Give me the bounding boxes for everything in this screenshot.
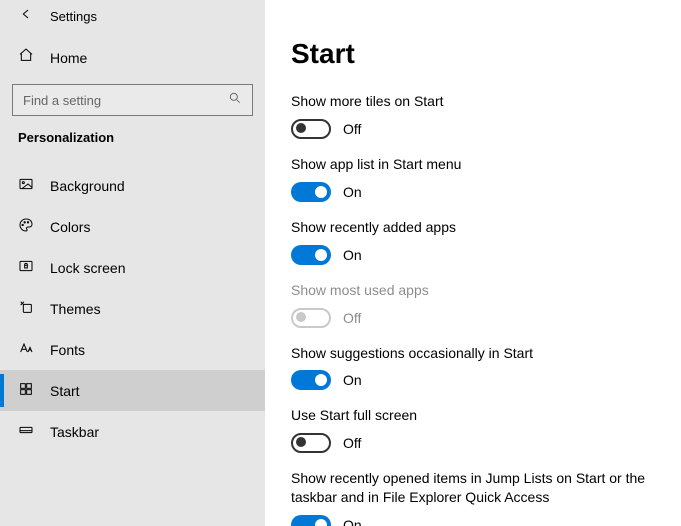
toggle-state: Off bbox=[343, 310, 361, 326]
nav-taskbar[interactable]: Taskbar bbox=[0, 411, 265, 452]
search-input[interactable] bbox=[23, 93, 203, 108]
setting-jump-lists: Show recently opened items in Jump Lists… bbox=[291, 469, 661, 526]
setting-suggestions: Show suggestions occasionally in Start On bbox=[291, 344, 661, 391]
toggle-row: Off bbox=[291, 433, 661, 453]
sidebar-header: Settings bbox=[0, 6, 265, 37]
nav-label: Fonts bbox=[50, 342, 85, 358]
toggle-knob bbox=[315, 249, 327, 261]
setting-more-tiles: Show more tiles on Start Off bbox=[291, 92, 661, 139]
setting-label: Show recently added apps bbox=[291, 218, 661, 237]
nav-start[interactable]: Start bbox=[0, 370, 265, 411]
setting-recent-apps: Show recently added apps On bbox=[291, 218, 661, 265]
setting-label: Use Start full screen bbox=[291, 406, 661, 425]
setting-label: Show recently opened items in Jump Lists… bbox=[291, 469, 661, 507]
toggle-jump-lists[interactable] bbox=[291, 515, 331, 526]
nav-label: Background bbox=[50, 178, 125, 194]
nav-fonts[interactable]: Fonts bbox=[0, 329, 265, 370]
nav-colors[interactable]: Colors bbox=[0, 206, 265, 247]
toggle-state: On bbox=[343, 372, 362, 388]
home-icon bbox=[18, 47, 34, 68]
nav-list: Background Colors Lock screen Themes Fon bbox=[0, 165, 265, 452]
toggle-row: On bbox=[291, 515, 661, 526]
search-container bbox=[0, 84, 265, 116]
toggle-knob bbox=[315, 519, 327, 526]
lockscreen-icon bbox=[18, 258, 34, 277]
toggle-knob bbox=[296, 437, 306, 447]
toggle-row: Off bbox=[291, 308, 661, 328]
sidebar: Settings Home Personalization Background bbox=[0, 0, 265, 526]
settings-list: Show more tiles on Start Off Show app list… bbox=[291, 92, 661, 526]
toggle-row: On bbox=[291, 245, 661, 265]
picture-icon bbox=[18, 176, 34, 195]
back-icon[interactable] bbox=[18, 6, 34, 27]
palette-icon bbox=[18, 217, 34, 236]
toggle-knob bbox=[315, 374, 327, 386]
toggle-state: On bbox=[343, 517, 362, 526]
nav-label: Taskbar bbox=[50, 424, 99, 440]
setting-full-screen: Use Start full screen Off bbox=[291, 406, 661, 453]
search-box[interactable] bbox=[12, 84, 253, 116]
toggle-row: Off bbox=[291, 119, 661, 139]
toggle-state: Off bbox=[343, 435, 361, 451]
home-label: Home bbox=[50, 50, 87, 66]
fonts-icon bbox=[18, 340, 34, 359]
toggle-app-list[interactable] bbox=[291, 182, 331, 202]
page-title: Start bbox=[291, 38, 661, 70]
toggle-row: On bbox=[291, 182, 661, 202]
category-title: Personalization bbox=[0, 116, 265, 155]
nav-label: Colors bbox=[50, 219, 90, 235]
start-icon bbox=[18, 381, 34, 400]
setting-label: Show most used apps bbox=[291, 281, 661, 300]
setting-app-list: Show app list in Start menu On bbox=[291, 155, 661, 202]
nav-label: Themes bbox=[50, 301, 101, 317]
nav-label: Lock screen bbox=[50, 260, 125, 276]
nav-lockscreen[interactable]: Lock screen bbox=[0, 247, 265, 288]
toggle-recent-apps[interactable] bbox=[291, 245, 331, 265]
home-nav[interactable]: Home bbox=[0, 37, 265, 78]
toggle-state: On bbox=[343, 184, 362, 200]
toggle-suggestions[interactable] bbox=[291, 370, 331, 390]
search-icon bbox=[228, 91, 242, 110]
toggle-knob bbox=[315, 186, 327, 198]
setting-label: Show suggestions occasionally in Start bbox=[291, 344, 661, 363]
toggle-most-used bbox=[291, 308, 331, 328]
main-content: Start Show more tiles on Start Off Show ap… bbox=[265, 0, 681, 526]
app-title: Settings bbox=[50, 9, 97, 24]
nav-label: Start bbox=[50, 383, 80, 399]
nav-themes[interactable]: Themes bbox=[0, 288, 265, 329]
toggle-knob bbox=[296, 312, 306, 322]
setting-label: Show app list in Start menu bbox=[291, 155, 661, 174]
nav-background[interactable]: Background bbox=[0, 165, 265, 206]
toggle-state: Off bbox=[343, 121, 361, 137]
themes-icon bbox=[18, 299, 34, 318]
toggle-more-tiles[interactable] bbox=[291, 119, 331, 139]
setting-most-used: Show most used apps Off bbox=[291, 281, 661, 328]
taskbar-icon bbox=[18, 422, 34, 441]
setting-label: Show more tiles on Start bbox=[291, 92, 661, 111]
toggle-row: On bbox=[291, 370, 661, 390]
toggle-full-screen[interactable] bbox=[291, 433, 331, 453]
toggle-knob bbox=[296, 123, 306, 133]
toggle-state: On bbox=[343, 247, 362, 263]
